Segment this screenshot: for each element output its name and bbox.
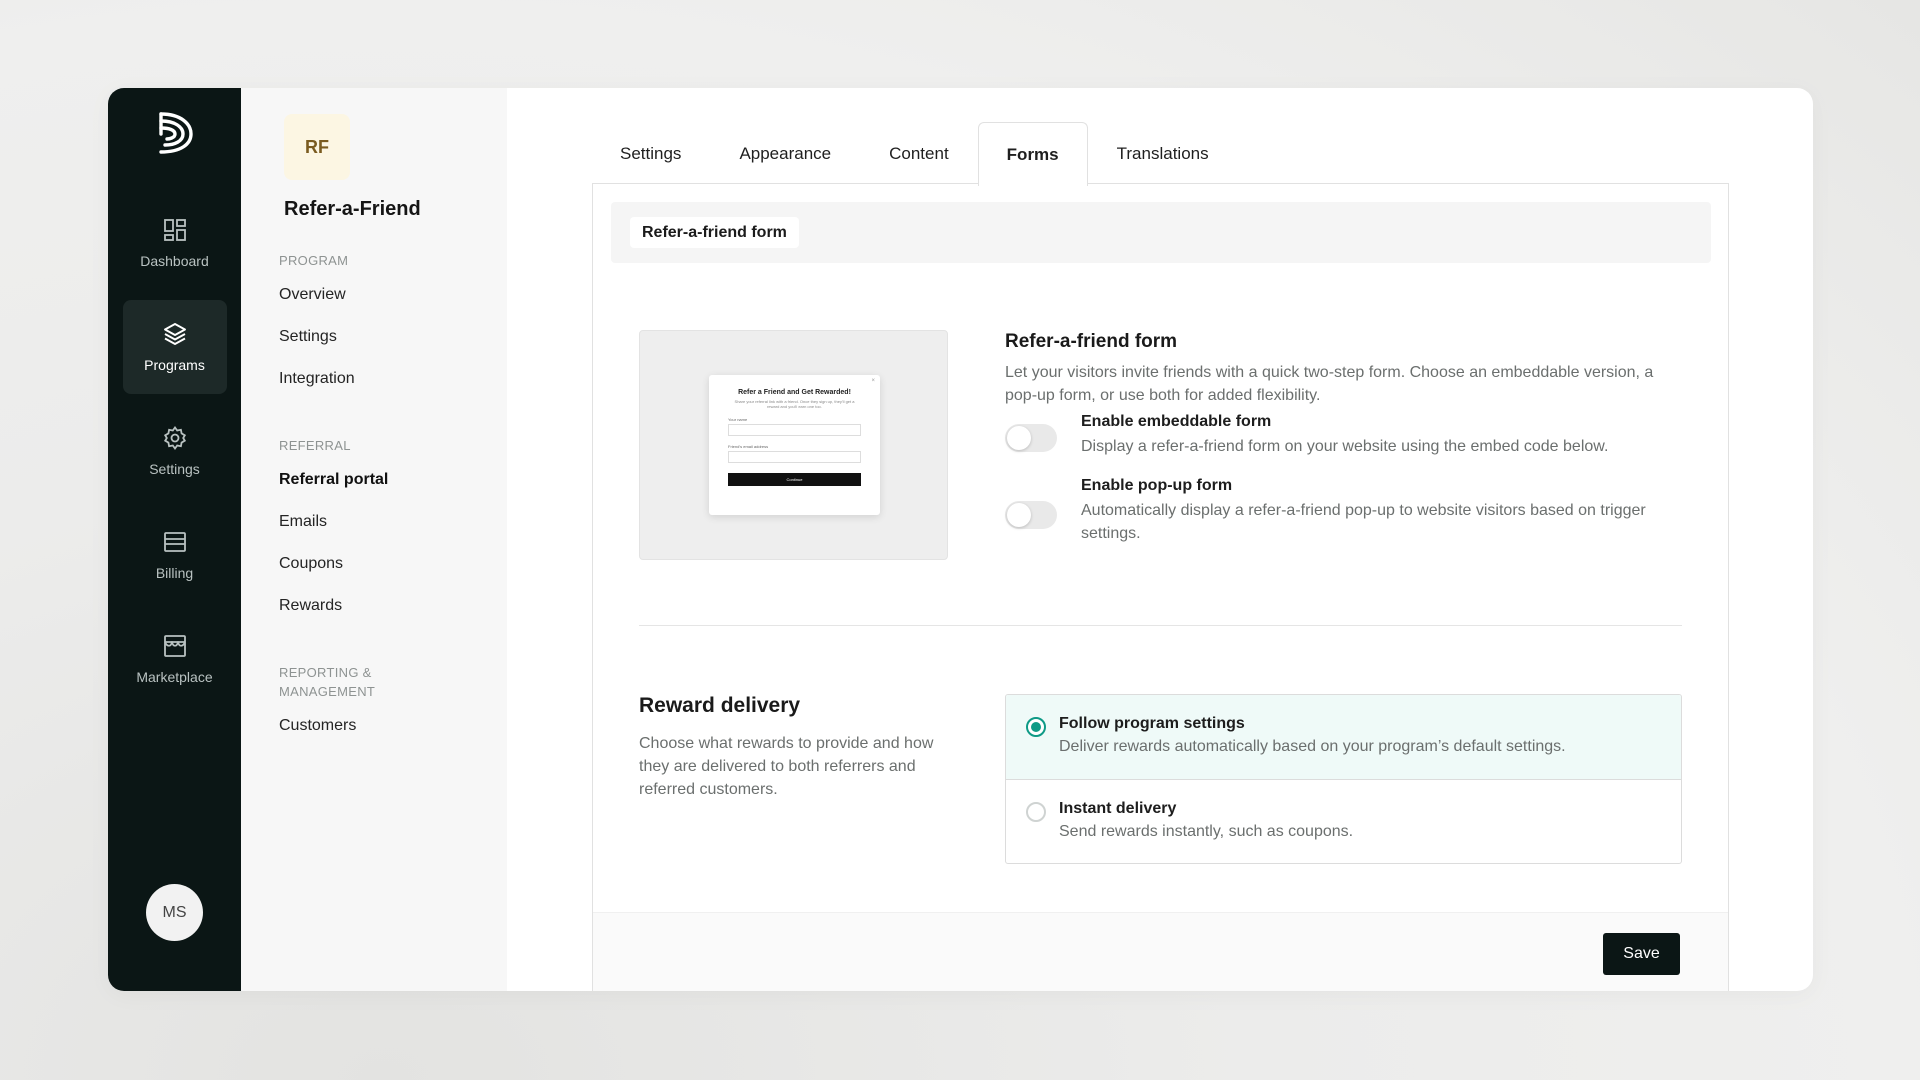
program-name: Refer-a-Friend	[284, 198, 421, 220]
subnav-item-integration[interactable]: Integration	[279, 358, 507, 400]
subnav-item-rewards[interactable]: Rewards	[279, 585, 507, 627]
program-badge: RF	[284, 114, 350, 180]
tab-forms[interactable]: Forms	[977, 122, 1088, 186]
section-label-program: PROGRAM	[279, 253, 349, 268]
panel-footer: Save	[593, 912, 1728, 991]
subnav-item-overview[interactable]: Overview	[279, 274, 507, 316]
rail-item-programs[interactable]: Programs	[122, 300, 227, 394]
program-subnav: RF Refer-a-Friend PROGRAM Overview Setti…	[241, 88, 507, 991]
brand-logo-icon[interactable]	[155, 110, 195, 156]
save-button[interactable]: Save	[1603, 933, 1680, 975]
rail-item-label: Dashboard	[140, 253, 209, 269]
main-content: Settings Appearance Content Forms Transl…	[507, 88, 1813, 991]
radio-option-title: Follow program settings	[1059, 715, 1245, 732]
preview-input	[728, 451, 861, 463]
billing-icon	[163, 532, 186, 552]
section-label-referral: REFERRAL	[279, 438, 351, 453]
section-divider	[639, 625, 1682, 626]
rail-item-label: Settings	[149, 461, 200, 477]
tab-content[interactable]: Content	[860, 122, 978, 185]
form-section-description: Let your visitors invite friends with a …	[1005, 364, 1654, 404]
embeddable-form-description: Display a refer-a-friend form on your we…	[1081, 438, 1609, 455]
close-icon: ×	[871, 378, 875, 384]
popup-form-title: Enable pop-up form	[1081, 477, 1233, 494]
preview-subtitle: Share your referral link with a friend. …	[734, 399, 855, 409]
app-window: Dashboard Programs Settings Billing Mark…	[108, 88, 1813, 991]
embeddable-form-toggle[interactable]	[1005, 424, 1057, 452]
layers-icon	[163, 323, 186, 345]
radio-option-description: Send rewards instantly, such as coupons.	[1059, 823, 1354, 840]
radio-unselected-icon[interactable]	[1026, 802, 1046, 822]
reward-delivery-options: Follow program settings Deliver rewards …	[1005, 694, 1682, 864]
tab-appearance[interactable]: Appearance	[710, 122, 860, 185]
preview-field-label: Friend's email address	[728, 444, 769, 449]
radio-option-follow-program[interactable]: Follow program settings Deliver rewards …	[1006, 695, 1681, 780]
subnav-item-customers[interactable]: Customers	[279, 705, 507, 747]
dashboard-icon	[163, 219, 186, 241]
panel-header-chip: Refer-a-friend form	[630, 217, 799, 248]
preview-title: Refer a Friend and Get Rewarded!	[738, 389, 851, 396]
subnav-item-settings[interactable]: Settings	[279, 316, 507, 358]
popup-form-description: Automatically display a refer-a-friend p…	[1081, 502, 1646, 542]
preview-button: Continue	[728, 473, 861, 486]
store-icon	[163, 635, 186, 657]
rail-item-dashboard[interactable]: Dashboard	[123, 196, 227, 290]
tab-settings[interactable]: Settings	[591, 122, 710, 185]
rail-item-label: Billing	[155, 565, 194, 581]
form-section-title: Refer-a-friend form	[1005, 331, 1178, 352]
radio-selected-icon[interactable]	[1026, 717, 1046, 737]
radio-option-title: Instant delivery	[1059, 800, 1177, 817]
rail-item-marketplace[interactable]: Marketplace	[123, 612, 227, 706]
subnav-item-emails[interactable]: Emails	[279, 501, 507, 543]
tab-translations[interactable]: Translations	[1088, 122, 1238, 185]
embeddable-form-title: Enable embeddable form	[1081, 413, 1272, 430]
subnav-item-referral-portal[interactable]: Referral portal	[279, 459, 507, 501]
preview-field-label: Your name	[728, 417, 748, 422]
gear-icon	[163, 425, 186, 451]
radio-option-description: Deliver rewards automatically based on y…	[1059, 738, 1566, 755]
reward-delivery-title: Reward delivery	[639, 694, 801, 717]
rail-item-billing[interactable]: Billing	[123, 508, 227, 602]
tab-bar: Settings Appearance Content Forms Transl…	[591, 122, 1238, 186]
preview-input	[728, 424, 861, 436]
preview-card: × Refer a Friend and Get Rewarded! Share…	[709, 375, 880, 515]
form-preview-thumbnail: × Refer a Friend and Get Rewarded! Share…	[639, 330, 948, 560]
panel-header: Refer-a-friend form	[611, 202, 1711, 263]
primary-rail: Dashboard Programs Settings Billing Mark…	[108, 88, 241, 991]
rail-item-settings[interactable]: Settings	[123, 404, 227, 498]
forms-panel: Refer-a-friend form × Refer a Friend and…	[592, 183, 1729, 991]
reward-delivery-description: Choose what rewards to provide and how t…	[639, 735, 934, 798]
user-avatar[interactable]: MS	[146, 884, 203, 941]
subnav-item-coupons[interactable]: Coupons	[279, 543, 507, 585]
radio-option-instant-delivery[interactable]: Instant delivery Send rewards instantly,…	[1006, 780, 1681, 863]
popup-form-toggle[interactable]	[1005, 501, 1057, 529]
rail-item-label: Programs	[144, 357, 205, 373]
section-label-reporting: REPORTING & MANAGEMENT	[279, 665, 376, 699]
rail-item-label: Marketplace	[136, 669, 213, 685]
